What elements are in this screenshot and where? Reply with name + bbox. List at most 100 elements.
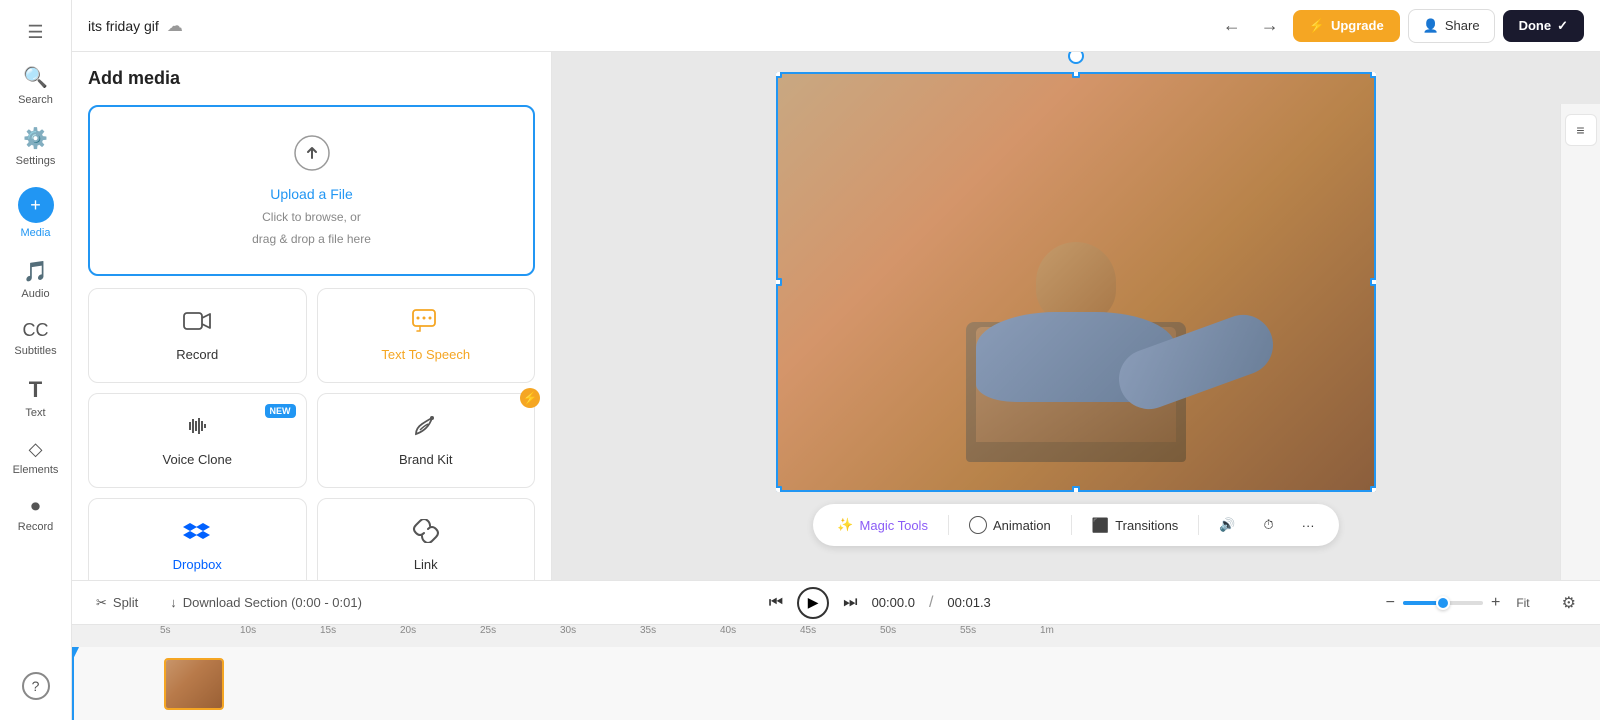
sidebar: ☰ 🔍 Search ⚙️ Settings + Media 🎵 Audio C… [0,0,72,720]
timeline-area: ✂ Split ↓ Download Section (0:00 - 0:01)… [72,580,1600,720]
upgrade-button[interactable]: ⚡ Upgrade [1293,10,1400,42]
zoom-slider[interactable] [1403,601,1483,605]
option-link-label: Link [414,557,438,572]
split-label: Split [113,595,138,610]
play-button[interactable]: ▶ [797,587,829,619]
brand-kit-icon [412,414,440,444]
new-badge: NEW [265,404,296,418]
right-panel: ≡ [1560,104,1600,580]
text-to-speech-icon [412,309,440,339]
animation-icon [969,516,987,534]
share-label: Share [1445,18,1480,33]
main-area: its friday gif ☁ ← → ⚡ Upgrade 👤 Share D… [72,0,1600,720]
redo-button[interactable]: → [1255,9,1285,42]
playhead[interactable] [72,647,74,720]
animation-label: Animation [993,518,1051,533]
option-text-to-speech[interactable]: Text To Speech [317,288,536,383]
more-options-button[interactable]: ··· [1290,512,1327,539]
sidebar-item-media[interactable]: + Media [4,179,68,247]
ruler-mark-55s: 55s [960,625,976,636]
track-clip-1[interactable]: 🎬 [164,658,224,710]
magic-tools-button[interactable]: ✨ Magic Tools [825,511,940,539]
animation-button[interactable]: Animation [957,510,1063,540]
sidebar-item-help[interactable]: ? [4,664,68,708]
option-text-to-speech-label: Text To Speech [381,347,470,362]
upgrade-label: Upgrade [1331,18,1384,33]
option-link[interactable]: Link [317,498,536,580]
media-options-grid: Record Text To Speech [88,288,535,580]
menu-icon[interactable]: ☰ [17,12,53,53]
transitions-button[interactable]: ⬛ Transitions [1080,511,1191,540]
sidebar-item-subtitles-label: Subtitles [14,345,56,357]
skip-forward-button[interactable]: ⏭ [839,590,861,616]
ruler-mark-40s: 40s [720,625,736,636]
ruler-mark-1m: 1m [1040,625,1054,636]
sidebar-item-search[interactable]: 🔍 Search [4,57,68,114]
split-button[interactable]: ✂ Split [88,591,146,615]
zoom-in-button[interactable]: + [1491,594,1500,612]
elements-icon: ◇ [29,439,43,460]
cloud-save-icon: ☁ [167,16,183,36]
ruler-mark-30s: 30s [560,625,576,636]
transitions-icon: ⬛ [1092,517,1109,534]
option-brand-kit[interactable]: ⚡ Brand Kit [317,393,536,488]
canvas-image[interactable]: 🍎 [776,72,1376,492]
link-icon [412,519,440,549]
add-media-icon: + [18,187,54,223]
sidebar-item-audio-label: Audio [21,288,49,300]
sidebar-item-settings[interactable]: ⚙️ Settings [4,118,68,175]
canvas-area: 🍎 [552,52,1600,580]
option-voice-clone[interactable]: NEW Voice Clone [88,393,307,488]
done-label: Done [1519,18,1552,33]
search-icon: 🔍 [23,65,48,90]
zoom-out-button[interactable]: − [1386,594,1395,612]
help-icon: ? [22,672,50,700]
option-record-label: Record [176,347,218,362]
project-title-text: its friday gif [88,18,159,34]
option-record[interactable]: Record [88,288,307,383]
magic-tools-icon: ✨ [837,517,853,533]
speed-button[interactable]: ⏱ [1252,511,1286,539]
share-person-icon: 👤 [1423,18,1439,34]
upload-file-card[interactable]: Upload a File Click to browse, or drag &… [88,105,535,276]
done-check-icon: ✓ [1557,18,1568,34]
zoom-slider-thumb[interactable] [1436,596,1450,610]
done-button[interactable]: Done ✓ [1503,10,1584,42]
zoom-fit-button[interactable]: Fit [1508,596,1537,610]
volume-icon: 🔊 [1219,517,1235,533]
project-title: its friday gif ☁ [88,16,183,36]
volume-button[interactable]: 🔊 [1207,511,1247,539]
magic-tools-label: Magic Tools [860,518,928,533]
option-dropbox-label: Dropbox [173,557,222,572]
ruler-mark-35s: 35s [640,625,656,636]
download-section-label: Download Section (0:00 - 0:01) [183,595,362,610]
ruler-mark-50s: 50s [880,625,896,636]
rotate-handle[interactable] [1068,52,1084,64]
track-clip-thumbnail [166,660,222,708]
sidebar-item-media-label: Media [21,227,51,239]
skip-back-button[interactable]: ⏮ [765,590,787,616]
text-icon: T [29,377,42,403]
split-icon: ✂ [96,595,107,611]
sidebar-item-audio[interactable]: 🎵 Audio [4,251,68,308]
option-brand-kit-label: Brand Kit [399,452,452,467]
canvas-toolbar: ✨ Magic Tools Animation ⬛ Transitions 🔊 [813,504,1338,546]
sidebar-item-subtitles[interactable]: CC Subtitles [4,312,68,365]
sidebar-item-elements[interactable]: ◇ Elements [4,431,68,484]
record-icon: ⏺ [31,496,40,517]
right-panel-button[interactable]: ≡ [1565,114,1597,146]
more-icon: ··· [1302,518,1315,533]
download-section-button[interactable]: ↓ Download Section (0:00 - 0:01) [162,591,370,614]
timeline-settings-button[interactable]: ⚙ [1554,589,1584,617]
topbar: its friday gif ☁ ← → ⚡ Upgrade 👤 Share D… [72,0,1600,52]
current-timecode: 00:00.0 [872,595,915,610]
sidebar-item-record[interactable]: ⏺ Record [4,488,68,541]
option-dropbox[interactable]: Dropbox [88,498,307,580]
upgrade-icon: ⚡ [1309,18,1325,34]
speed-icon: ⏱ [1264,517,1274,533]
timeline-controls: ✂ Split ↓ Download Section (0:00 - 0:01)… [72,581,1600,625]
share-button[interactable]: 👤 Share [1408,9,1495,43]
undo-button[interactable]: ← [1217,9,1247,42]
sidebar-item-text[interactable]: T Text [4,369,68,427]
toolbar-divider-3 [1198,515,1199,535]
